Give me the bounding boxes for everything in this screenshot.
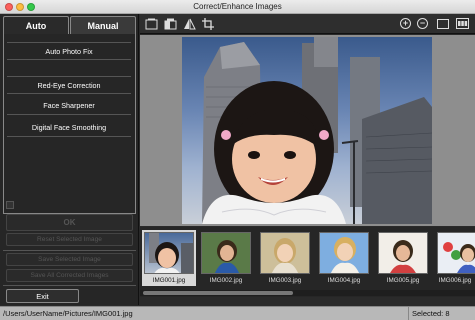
exit-button[interactable]: Exit [6,289,79,303]
crop-icon[interactable] [201,18,215,30]
thumbnail-strip: IMG001.jpg IMG002.jpg IMG003.jpg IMG004.… [140,227,475,297]
digital-face-smoothing-button[interactable]: Digital Face Smoothing [7,119,131,137]
tab-manual[interactable]: Manual [70,16,136,34]
thumbnail-item[interactable]: IMG005.jpg [376,230,430,286]
thumbnail-image [378,232,428,274]
selected-count: Selected: 8 [408,307,450,320]
divider [3,285,136,286]
thumbnail-scrollbar[interactable] [140,290,475,296]
status-bar: /Users/UserName/Pictures/IMG001.jpg Sele… [0,306,475,320]
save-all-corrected-images-button[interactable]: Save All Corrected Images [6,269,133,282]
preview-area [140,35,475,226]
thumbnail-label: IMG003.jpg [268,277,302,284]
maximize-window-button[interactable] [27,3,35,11]
title-bar: Correct/Enhance Images [0,0,475,14]
thumbnail-label: IMG004.jpg [327,277,361,284]
tab-auto[interactable]: Auto [3,16,69,34]
option-checkbox[interactable] [6,201,14,209]
red-eye-correction-button[interactable]: Red-Eye Correction [7,76,131,94]
full-screen-icon[interactable] [437,19,449,29]
reset-selected-image-button[interactable]: Reset Selected Image [6,233,133,246]
thumbnail-item[interactable]: IMG002.jpg [199,230,253,286]
thumbnail-image [260,232,310,274]
toolbar: + − [140,14,475,34]
thumbnail-label: IMG002.jpg [209,277,243,284]
option-checkbox-row [6,200,134,210]
fit-view-icon[interactable] [144,18,158,30]
face-sharpener-button[interactable]: Face Sharpener [7,97,131,115]
scrollbar-thumb[interactable] [143,291,293,295]
thumbnail-item[interactable]: IMG003.jpg [258,230,312,286]
window-title: Correct/Enhance Images [193,2,282,11]
thumbnail-item[interactable]: IMG001.jpg [142,230,196,286]
auto-photo-fix-button[interactable]: Auto Photo Fix [7,42,131,60]
thumbnail-image [201,232,251,274]
zoom-out-icon[interactable]: − [417,18,428,29]
preview-image[interactable] [182,37,432,224]
thumbnail-label: IMG006.jpg [438,277,472,284]
file-path: /Users/UserName/Pictures/IMG001.jpg [3,309,133,318]
close-window-button[interactable] [5,3,13,11]
compare-icon[interactable] [163,18,177,30]
left-panel: Auto Manual Auto Photo Fix Red-Eye Corre… [0,14,139,305]
flip-icon[interactable] [182,18,196,30]
thumbnail-image [437,232,475,274]
mode-tabs: Auto Manual [3,16,136,34]
zoom-in-icon[interactable]: + [400,18,411,29]
thumbnail-view-icon[interactable] [456,18,469,30]
minimize-window-button[interactable] [16,3,24,11]
thumbnail-image [319,232,369,274]
thumbnail-label: IMG005.jpg [386,277,420,284]
thumbnail-item[interactable]: IMG004.jpg [317,230,371,286]
divider [3,250,136,251]
thumbnail-image [144,232,194,274]
thumbnail-label: IMG001.jpg [152,277,186,284]
ok-button[interactable]: OK [6,214,133,231]
save-selected-image-button[interactable]: Save Selected Image [6,253,133,266]
thumbnail-item[interactable]: IMG006.jpg [435,230,475,286]
